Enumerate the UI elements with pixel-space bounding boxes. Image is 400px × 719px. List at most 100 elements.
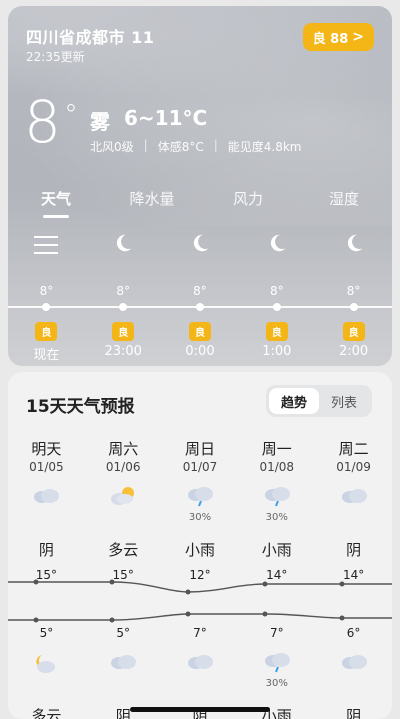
low-point [185, 611, 191, 617]
active-tab-indicator [43, 215, 69, 218]
temp-dot [195, 303, 204, 311]
current-temperature: 8 [24, 88, 61, 156]
high-point [33, 579, 39, 585]
day-condition: 阴 [346, 541, 362, 559]
current-condition: 雾 [90, 110, 110, 134]
rain-icon [187, 487, 213, 507]
forecast-panel: 15天天气预报 趋势 列表 明天 周六 周日 周一 周二 01/05 01/06… [8, 372, 392, 719]
rain-icon [264, 653, 290, 673]
forecast-title: 15天天气预报 [26, 397, 135, 417]
trend-view-button[interactable]: 趋势 [269, 388, 319, 414]
temp-dot [272, 303, 281, 311]
hour-temp: 8° [346, 284, 361, 298]
day-precip: 30% 30% [8, 512, 392, 523]
moon-icon [117, 234, 132, 252]
precip-prob: 30% [265, 678, 288, 689]
moon-icon [270, 234, 286, 252]
home-indicator[interactable] [130, 707, 270, 712]
precip-prob [85, 678, 162, 689]
day-name[interactable]: 周二 [315, 438, 392, 459]
hour-time: 现在 [33, 348, 60, 363]
day-condition: 阴 [38, 541, 54, 559]
low-temp: 6° [346, 626, 361, 640]
tab-precipitation[interactable]: 降水量 [104, 188, 200, 209]
low-temps: 5° 5° 7° 7° 6° [8, 626, 392, 640]
day-name[interactable]: 周六 [85, 438, 162, 459]
tab-wind[interactable]: 风力 [200, 188, 296, 209]
aqi-tag: 良 [342, 322, 365, 341]
degree-symbol: ° [64, 98, 78, 131]
hour-time: 2:00 [338, 344, 369, 359]
precip-prob [315, 678, 392, 689]
day-condition: 小雨 [184, 541, 215, 559]
night-precip: 30% [8, 678, 392, 689]
hourly-tabs: 天气 降水量 风力 湿度 [8, 188, 392, 209]
hourly-times: 现在 23:00 0:00 1:00 2:00 [8, 344, 392, 363]
sun-cloud-icon [111, 487, 135, 505]
low-point [339, 615, 345, 621]
day-names: 明天 周六 周日 周一 周二 [8, 438, 392, 459]
low-temp: 7° [269, 626, 284, 640]
day-name[interactable]: 明天 [8, 438, 85, 459]
cloud-icon [341, 655, 367, 669]
moon-cloud-icon [36, 655, 56, 673]
high-point [109, 579, 115, 585]
day-condition: 小雨 [261, 541, 292, 559]
precip-prob [8, 678, 85, 689]
low-temp-curve [8, 613, 392, 621]
cloud-icon [111, 655, 137, 669]
temp-dot [119, 303, 128, 311]
aqi-tag: 良 [188, 322, 211, 341]
view-toggle: 趋势 列表 [266, 385, 372, 417]
low-temp: 7° [193, 626, 207, 640]
hour-time: 1:00 [262, 344, 292, 359]
day-name[interactable]: 周一 [238, 438, 315, 459]
precip-prob [8, 512, 85, 523]
day-date: 01/05 [29, 460, 64, 474]
cloud-icon [341, 489, 367, 503]
hourly-dots [8, 303, 392, 311]
temp-dot [349, 303, 358, 311]
wind-text: 北风0级 [90, 140, 134, 154]
day-date: 01/09 [336, 460, 371, 474]
night-condition: 多云 [31, 707, 62, 719]
day-condition: 多云 [108, 541, 139, 559]
high-point [339, 581, 345, 587]
update-time: 22:35更新 [26, 50, 85, 64]
hour-temp: 8° [193, 284, 207, 298]
day-date: 01/07 [182, 460, 218, 474]
hour-temp: 8° [269, 284, 284, 298]
location-title[interactable]: 四川省成都市 11 [26, 24, 154, 48]
high-temp-curve [8, 581, 392, 593]
day-dates: 01/05 01/06 01/07 01/08 01/09 [8, 460, 392, 474]
aqi-tag: 良 [265, 322, 288, 341]
aqi-badge-button[interactable]: 良 88 > [302, 23, 374, 51]
temperature-trend-chart [8, 579, 392, 623]
low-temp: 5° [39, 626, 54, 640]
chevron-right-icon: > [352, 29, 364, 45]
low-point [262, 611, 268, 617]
precip-prob: 30% [188, 512, 212, 523]
tab-weather[interactable]: 天气 [8, 188, 104, 209]
low-temp: 5° [116, 626, 131, 640]
menu-icon[interactable] [34, 236, 59, 254]
low-point [109, 617, 115, 623]
feels-like-text: 体感8°C [157, 140, 204, 154]
day-name[interactable]: 周日 [162, 438, 239, 459]
current-weather-card: 四川省成都市 11 22:35更新 良 88 > 8 ° 雾 6~11°C 北风… [8, 6, 392, 366]
hourly-icons [8, 232, 392, 254]
cloud-icon [187, 655, 213, 669]
current-details: 北风0级 | 体感8°C | 能见度4.8km [90, 138, 301, 155]
precip-prob: 30% [265, 512, 288, 523]
visibility-text: 能见度4.8km [227, 140, 302, 154]
list-view-button[interactable]: 列表 [319, 388, 369, 414]
day-date: 01/06 [105, 460, 141, 474]
temperature-range: 6~11°C [124, 106, 208, 130]
night-icons [8, 652, 392, 678]
hour-temp: 8° [116, 284, 131, 298]
hourly-temperatures: 8° 8° 8° 8° 8° [8, 284, 392, 298]
divider: | [213, 138, 218, 152]
cloud-icon [34, 489, 60, 503]
rain-icon [264, 487, 290, 507]
tab-humidity[interactable]: 湿度 [296, 188, 392, 209]
